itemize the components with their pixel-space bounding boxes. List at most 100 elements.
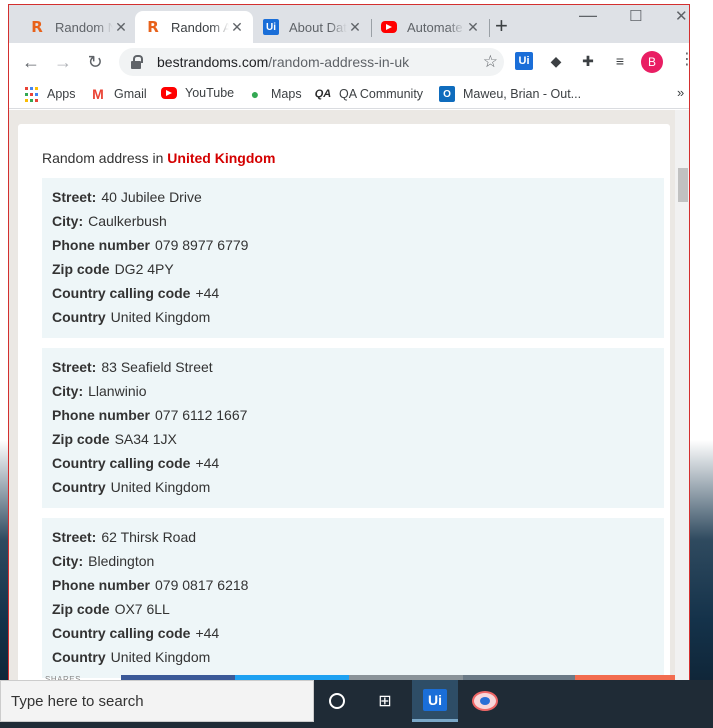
street-value: 83 Seafield Street xyxy=(101,359,213,375)
uipath-favicon-icon: Ui xyxy=(263,19,279,35)
city-label: City: xyxy=(52,213,84,229)
uipath-extension-icon[interactable]: Ui xyxy=(515,52,533,70)
bookmark-label: Gmail xyxy=(114,87,147,101)
zip-value: DG2 4PY xyxy=(114,261,174,277)
country-row: Country United Kingdom xyxy=(52,309,210,325)
calling-code-value: +44 xyxy=(195,625,220,641)
zip-value: SA34 1JX xyxy=(114,431,177,447)
bookmark-label: YouTube xyxy=(185,86,235,100)
city-value: Llanwinio xyxy=(88,383,147,399)
phone-value: 079 0817 6218 xyxy=(155,577,249,593)
close-tab-icon[interactable]: ✕ xyxy=(465,19,481,36)
phone-label: Phone number xyxy=(52,237,151,253)
close-tab-icon[interactable]: ✕ xyxy=(229,19,245,36)
page-heading: Random address in United Kingdom xyxy=(42,150,275,166)
city-row: City: Caulkerbush xyxy=(52,213,167,229)
country-value: United Kingdom xyxy=(110,309,211,325)
tab-title: About Data Scraping xyxy=(289,19,347,35)
country-value: United Kingdom xyxy=(110,479,211,495)
task-view-icon[interactable]: ⊞ xyxy=(362,680,408,722)
maps-pin-icon: ● xyxy=(250,86,260,102)
maximize-icon[interactable]: ☐ xyxy=(629,7,642,25)
calling-code-value: +44 xyxy=(195,455,220,471)
street-label: Street: xyxy=(52,189,97,205)
phone-row: Phone number 079 0817 6218 xyxy=(52,577,248,593)
bookmarks-overflow-icon[interactable]: » xyxy=(677,85,684,100)
puzzle-extensions-icon[interactable]: ✚ xyxy=(579,52,597,70)
bookmark-qa-community[interactable]: QA QA Community xyxy=(315,86,423,102)
tab-about-data-scraping[interactable]: Ui About Data Scraping ✕ xyxy=(253,11,371,43)
paint-app-icon xyxy=(472,691,498,711)
zip-row: Zip code DG2 4PY xyxy=(52,261,174,277)
scrollbar[interactable] xyxy=(675,110,689,723)
forward-arrow-icon[interactable]: → xyxy=(53,52,73,72)
calling-code-row: Country calling code +44 xyxy=(52,455,219,471)
close-window-icon[interactable]: ✕ xyxy=(675,7,688,25)
address-block: Street: 62 Thirsk Road City: Bledington Ph… xyxy=(42,518,664,678)
heading-country: United Kingdom xyxy=(167,150,276,166)
calling-code-value: +44 xyxy=(195,285,220,301)
country-label: Country xyxy=(52,649,106,665)
heading-prefix: Random address in xyxy=(42,150,164,166)
bookmark-apps[interactable]: Apps xyxy=(23,86,76,102)
tab-strip: R Random Name Generator ✕ R Random Addre… xyxy=(9,5,689,43)
tab-random-address[interactable]: R Random Address in UK ✕ xyxy=(135,11,253,43)
calling-code-label: Country calling code xyxy=(52,285,191,301)
tab-automate[interactable]: Automate ✕ xyxy=(371,11,489,43)
back-arrow-icon[interactable]: ← xyxy=(21,52,41,72)
calling-code-row: Country calling code +44 xyxy=(52,285,219,301)
taskbar-search-input[interactable]: Type here to search xyxy=(0,680,314,722)
close-tab-icon[interactable]: ✕ xyxy=(113,19,129,36)
phone-label: Phone number xyxy=(52,577,151,593)
tab-random-name[interactable]: R Random Name Generator ✕ xyxy=(19,11,137,43)
close-tab-icon[interactable]: ✕ xyxy=(347,19,363,36)
zip-label: Zip code xyxy=(52,261,110,277)
city-row: City: Llanwinio xyxy=(52,383,147,399)
content-card: Random address in United Kingdom Street:… xyxy=(18,124,670,723)
outlook-icon: O xyxy=(439,86,455,102)
tab-title: Random Address in UK xyxy=(171,19,229,35)
address-bar[interactable]: bestrandoms.com/random-address-in-uk ☆ xyxy=(119,48,504,76)
street-row: Street: 40 Jubilee Drive xyxy=(52,189,202,205)
reload-icon[interactable]: ↻ xyxy=(85,52,105,72)
street-row: Street: 62 Thirsk Road xyxy=(52,529,196,545)
media-queue-icon[interactable]: ≡ xyxy=(611,52,629,70)
phone-value: 077 6112 1667 xyxy=(155,407,248,423)
country-row: Country United Kingdom xyxy=(52,649,210,665)
taskbar: Type here to search ⊞ Ui xyxy=(0,680,713,728)
street-label: Street: xyxy=(52,529,97,545)
bookmark-label: Maweu, Brian - Out... xyxy=(463,87,582,101)
bookmark-gmail[interactable]: M Gmail xyxy=(90,86,147,102)
paint-taskbar-button[interactable] xyxy=(462,680,508,722)
minimize-icon[interactable]: — xyxy=(579,5,597,26)
cortana-circle-icon xyxy=(329,693,345,709)
tab-title: Random Name Generator xyxy=(55,19,113,35)
browser-window: R Random Name Generator ✕ R Random Addre… xyxy=(8,4,690,724)
bookmark-maps[interactable]: ● Maps xyxy=(247,86,302,102)
phone-row: Phone number 079 8977 6779 xyxy=(52,237,248,253)
bookmark-label: QA Community xyxy=(339,87,424,101)
scrollbar-thumb[interactable] xyxy=(678,168,688,202)
street-value: 62 Thirsk Road xyxy=(101,529,197,545)
layers-extension-icon[interactable]: ◆ xyxy=(547,52,565,70)
bookmarks-bar: Apps M Gmail YouTube ● Maps QA QA Commun… xyxy=(9,81,689,109)
phone-value: 079 8977 6779 xyxy=(155,237,249,253)
city-label: City: xyxy=(52,383,84,399)
city-value: Caulkerbush xyxy=(88,213,167,229)
cortana-button[interactable] xyxy=(314,680,360,722)
country-row: Country United Kingdom xyxy=(52,479,210,495)
lock-icon[interactable] xyxy=(131,55,143,69)
uipath-app-icon: Ui xyxy=(423,688,447,711)
bookmark-star-icon[interactable]: ☆ xyxy=(483,52,498,72)
zip-label: Zip code xyxy=(52,601,110,617)
menu-dots-icon[interactable]: ⋮ xyxy=(679,49,689,69)
gmail-icon: M xyxy=(92,86,104,102)
street-row: Street: 83 Seafield Street xyxy=(52,359,213,375)
uipath-taskbar-button[interactable]: Ui xyxy=(412,680,458,722)
profile-avatar[interactable]: B xyxy=(641,51,663,73)
street-value: 40 Jubilee Drive xyxy=(101,189,202,205)
bookmark-youtube[interactable]: YouTube xyxy=(161,86,234,100)
new-tab-button[interactable]: + xyxy=(495,15,508,37)
bookmark-outlook[interactable]: O Maweu, Brian - Out... xyxy=(439,86,581,102)
bookmark-label: Apps xyxy=(47,87,76,101)
